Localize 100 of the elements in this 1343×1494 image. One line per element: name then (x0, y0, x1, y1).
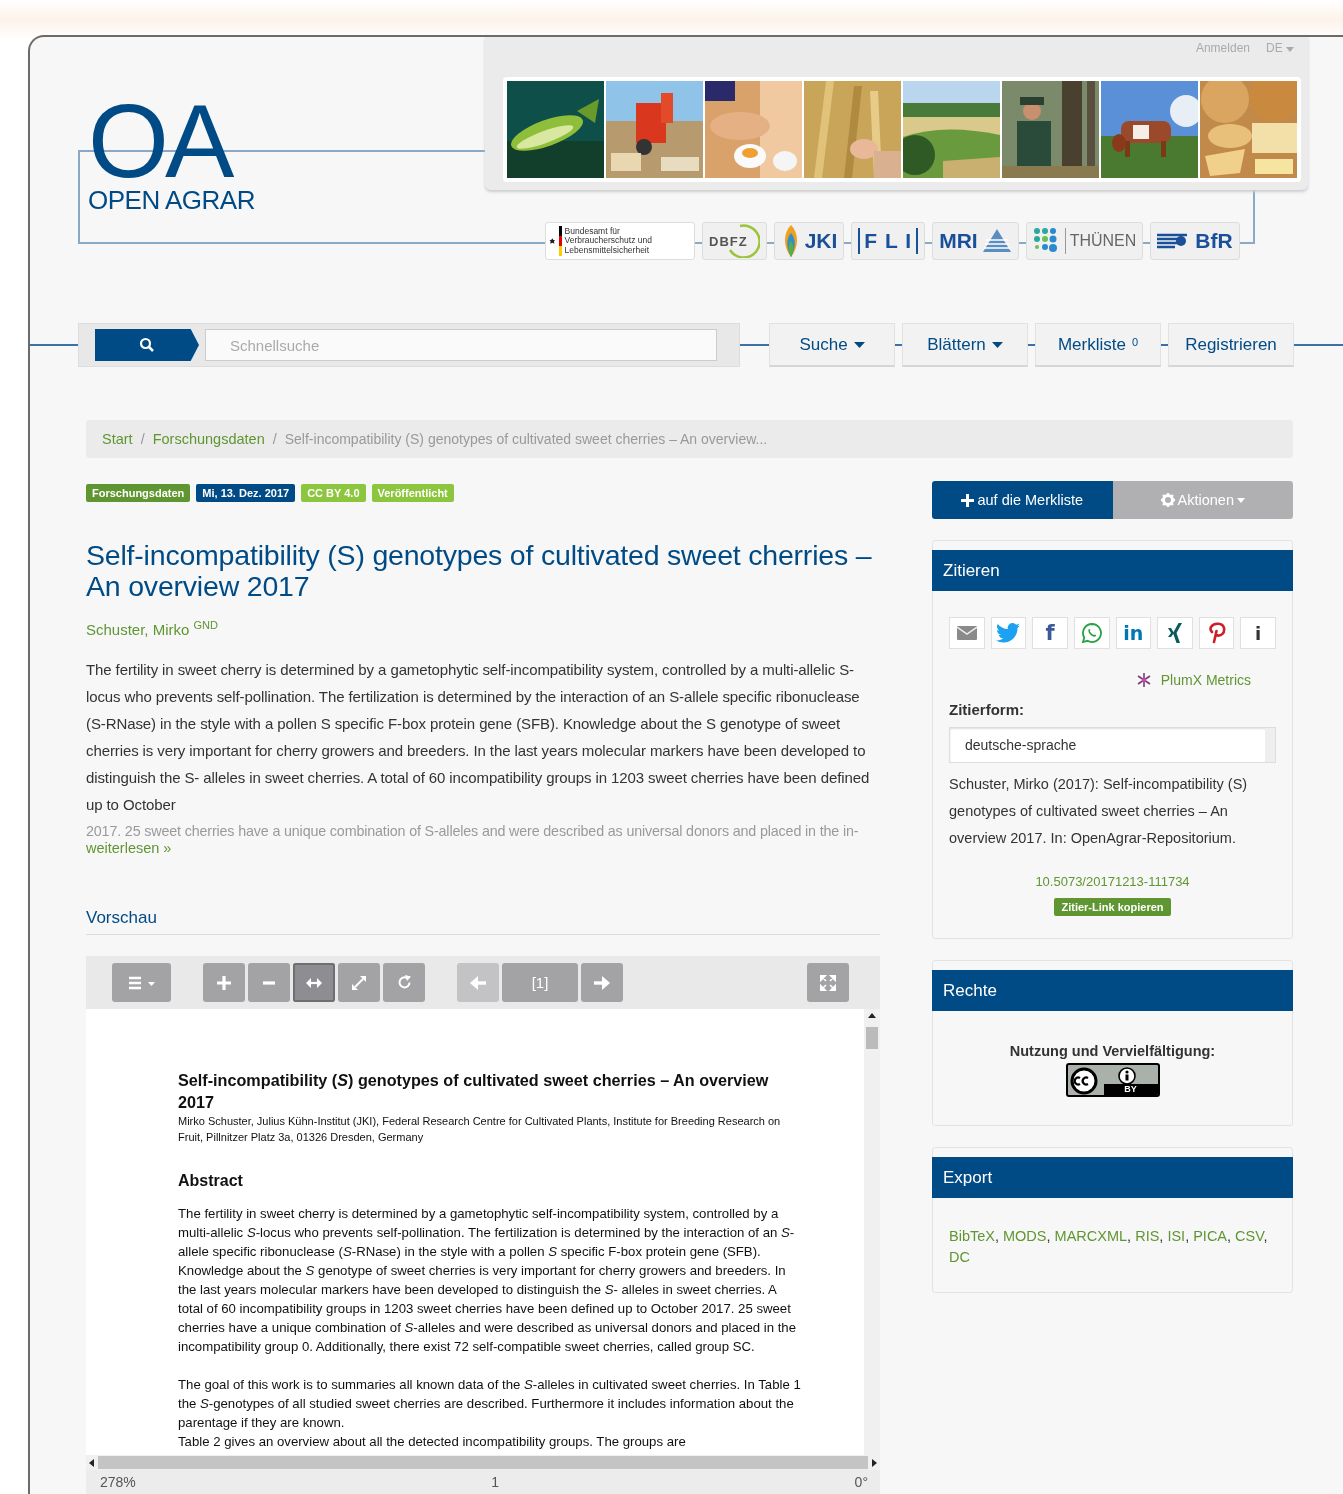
pyramid-icon (981, 228, 1012, 254)
document-title: Self-incompatibility (S) genotypes of cultivated sweet cherries – An overview 2017 (178, 1070, 770, 1113)
panel-heading: Export (932, 1157, 1293, 1198)
share-button[interactable]: f (1032, 617, 1068, 649)
partner-logo[interactable]: DBFZ (702, 222, 767, 260)
partner-logo[interactable]: JKI (773, 222, 845, 260)
chat-bubble-icon (1080, 622, 1103, 644)
xing-icon (1166, 623, 1183, 643)
caret-icon (1286, 47, 1294, 52)
metrics-link[interactable]: PlumX Metrics (1160, 672, 1251, 688)
nav-button[interactable]: Blättern (902, 323, 1028, 367)
page-button[interactable]: [1] (502, 963, 578, 1002)
pin-icon (1207, 622, 1226, 644)
right-arrow-icon (594, 975, 610, 990)
nav-button[interactable]: Merkliste $^{0}$ (1035, 323, 1161, 367)
faded-abstract-text: 2017. 25 sweet cherries have a unique combination of S-alleles and were described as universal donors and placed in the in- (86, 822, 860, 841)
author-link[interactable]: Schuster, Mirko $^{GND}$ (86, 621, 218, 638)
breadcrumb-separator: / (272, 431, 277, 447)
scrollbar-thumb[interactable] (866, 1027, 878, 1049)
gear-icon (1160, 493, 1175, 507)
export-link[interactable]: MODS (1003, 1228, 1047, 1244)
breadcrumb-current: Self-incompatibility (S) genotypes of cultivated sweet cherries – An overview... (284, 431, 768, 447)
search-button[interactable] (95, 329, 199, 361)
rotation-angle: 0° (854, 1474, 868, 1490)
rotate-icon (396, 975, 412, 990)
partner-logo[interactable]: F L I (851, 222, 926, 260)
citation-text: Schuster, Mirko (2017): Self-incompatibility (S) genotypes of cultivated sweet cherries – An overview 2017. In: OpenAgrar-Repositorium. (949, 775, 1249, 848)
panel-heading: Rechte (932, 970, 1293, 1011)
nav-button[interactable]: Suche (769, 323, 895, 367)
tag: Veröffentlicht (371, 484, 454, 502)
caret-icon (991, 341, 1003, 348)
breadcrumb-separator: / (140, 431, 145, 447)
right-arrow-icon[interactable] (870, 1456, 878, 1469)
zoom-in-button[interactable] (203, 963, 245, 1002)
field-label: Zitierform: (949, 701, 1025, 718)
read-more-link[interactable]: weiterlesen » (86, 840, 880, 856)
caret-icon (853, 341, 865, 348)
zoom-level: 278% (100, 1474, 136, 1490)
next-page-button[interactable] (581, 963, 623, 1002)
menu-button[interactable] (112, 963, 171, 1002)
add-to-list-button[interactable]: auf die Merkliste (932, 481, 1113, 519)
plus-icon (217, 975, 231, 990)
caret-icon (1236, 497, 1245, 503)
separator: , (1046, 1228, 1051, 1244)
tag: Mi, 13. Dez. 2017 (196, 484, 296, 502)
breadcrumb-link[interactable]: Forschungsdaten (152, 431, 265, 447)
partner-logo[interactable]: BfR (1150, 222, 1240, 260)
page-title: Self-incompatibility (S) genotypes of cultivated sweet cherries – An overview 2017 (86, 540, 873, 602)
export-link[interactable]: CSV (1235, 1228, 1264, 1244)
document-paragraph: The fertility in sweet cherry is determined by a gametophytic self-incompatibility system, controlled by a multi-allelic S-locus who prevents self-pollination. The fertilization is determined by the interaction of an S-allele specific ribonuclease (S-RNase) in the style with a pollen S specific F-box protein gene (SFB). Knowledge about the S genotype of sweet cherries is very important for cherry growers and breeders. In the last years molecular markers have been developed to distinguish the S- alleles in sweet cherries. A total of 60 incompatibility groups in 1203 sweet cherries have been defined up to October 2017. 25 sweet cherries have a unique combination of S-alleles and were described as universal donors and placed in the incompatibility group 0. Additionally, there exist 72 self-compatible sweet cherries, called group SC. (178, 1205, 797, 1356)
separator: , (1185, 1228, 1190, 1244)
license-badge[interactable]: BY (1065, 1063, 1160, 1097)
nav-button[interactable]: Registrieren (1168, 323, 1294, 367)
fullscreen-icon (820, 974, 836, 991)
rotate-button[interactable] (383, 963, 425, 1002)
share-button[interactable] (1073, 617, 1110, 649)
fit-page-button[interactable] (338, 963, 380, 1002)
search-field[interactable]: Schnellsuche (205, 329, 717, 361)
partner-logo[interactable]: Bundesamt für Verbraucherschutz und Lebensmittelsicherheit (545, 222, 695, 260)
copy-link-button[interactable]: Zitier-Link kopieren (1054, 898, 1171, 916)
share-button[interactable] (1157, 617, 1193, 649)
share-button[interactable] (949, 617, 985, 649)
export-link[interactable]: BibTeX (949, 1228, 995, 1244)
logo-text[interactable]: OPEN AGRAR (88, 187, 255, 213)
document-paragraph: Table 2 gives an overview about all the detected incompatibility groups. The groups are (178, 1433, 687, 1451)
plus-icon (961, 493, 975, 507)
page-number: 1 (491, 1474, 500, 1490)
separator: , (1227, 1228, 1232, 1244)
fullscreen-button[interactable] (807, 963, 849, 1002)
doi-link[interactable]: 10.5073/20171213-111734 (1035, 874, 1190, 889)
share-button[interactable] (1198, 617, 1235, 649)
partner-logo[interactable]: THÜNEN (1025, 222, 1144, 260)
minus-icon (263, 980, 275, 985)
diagonal-arrows-icon (352, 975, 366, 990)
left-arrow-icon[interactable] (88, 1456, 96, 1469)
separator: , (1127, 1228, 1132, 1244)
abstract-text: The fertility in sweet cherry is determined by a gametophytic self-incompatibility system, controlled by a multi-allelic S-locus who prevents self-pollination. The fertilization is determined by the interaction of an S-allele specific ribonuclease (S-RNase) in the style with a pollen S specific F-box protein gene (SFB). Knowledge about the S genotype of sweet cherries is very important for cherry growers and breeders. In the last years molecular markers have been developed to distinguish the S- alleles in sweet cherries. A total of 60 incompatibility groups in 1203 sweet cherries have been defined up to October (86, 660, 871, 815)
breadcrumb-link[interactable]: Start (102, 431, 133, 447)
tag: Forschungsdaten (86, 484, 191, 502)
separator: , (994, 1228, 999, 1244)
tag: CC BY 4.0 (301, 484, 366, 502)
horizontal-scrollbar[interactable] (86, 1455, 880, 1470)
panel-heading: Zitieren (932, 550, 1293, 591)
search-icon (139, 337, 155, 353)
vertical-scrollbar[interactable] (864, 1009, 880, 1455)
document-heading: Abstract (178, 1171, 244, 1190)
export-link[interactable]: ISI (1167, 1228, 1186, 1244)
horizontal-arrows-icon (306, 977, 322, 988)
bird-icon (996, 623, 1021, 643)
separator: , (1159, 1228, 1164, 1244)
menu-icon (128, 975, 155, 990)
document-paragraph: The goal of this work is to summaries all known data of the S-alleles in cultivated sweet cherries. In Table 1 the S-genotypes of all studied sweet cherries are described. Furthermore it includes information about the parentage if they are known. (178, 1376, 802, 1432)
fit-width-button[interactable] (293, 963, 335, 1002)
share-button[interactable]: in (1115, 617, 1152, 649)
citation-style-select[interactable]: deutsche-sprache (949, 727, 1276, 763)
left-arrow-icon (470, 975, 486, 990)
export-link[interactable]: DC (949, 1249, 970, 1265)
section-heading: Vorschau (86, 908, 880, 935)
share-button[interactable]: i (1240, 617, 1276, 649)
partner-logo[interactable]: MRI (932, 222, 1019, 260)
